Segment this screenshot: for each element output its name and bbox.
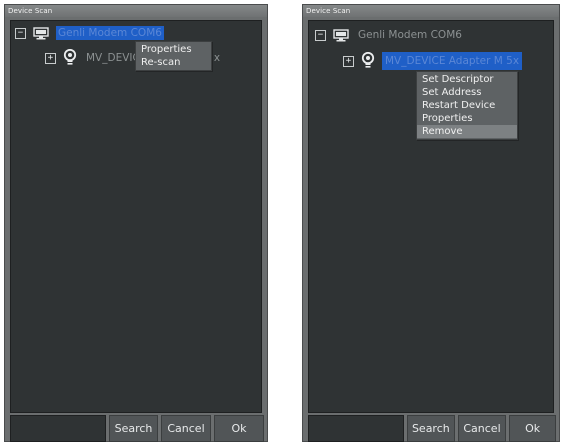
- search-input[interactable]: [308, 415, 404, 442]
- tree-node-device[interactable]: + MV_DEVICE Adapter M 5x: [343, 52, 523, 70]
- search-input[interactable]: [10, 415, 106, 442]
- device-tree[interactable]: − Genli Modem COM6 +: [10, 20, 262, 413]
- menu-item-properties[interactable]: Properties: [417, 112, 517, 125]
- search-button[interactable]: Search: [109, 415, 158, 442]
- ok-button[interactable]: Ok: [509, 415, 556, 442]
- bottom-bar: Search Cancel Ok: [10, 415, 264, 442]
- tree-node-label: Genli Modem COM6: [358, 29, 462, 41]
- cancel-button[interactable]: Cancel: [457, 415, 507, 442]
- menu-item-restart-device[interactable]: Restart Device: [417, 99, 517, 112]
- ok-button[interactable]: Ok: [214, 415, 264, 442]
- bulb-icon: [361, 52, 375, 70]
- expand-icon[interactable]: +: [45, 52, 56, 64]
- tree-node-label: Genli Modem COM6: [56, 26, 164, 40]
- window-title: Device Scan: [303, 5, 559, 17]
- tree-node-label: MV_DEVICE Adapter M 5x: [382, 52, 523, 70]
- menu-item-remove[interactable]: Remove: [417, 125, 517, 138]
- menu-item-rescan[interactable]: Re-scan: [136, 56, 211, 69]
- menu-item-properties[interactable]: Properties: [136, 43, 211, 56]
- device-scan-window-right: Device Scan − Genli Modem COM6 + MV_DEVI…: [302, 4, 560, 442]
- menu-item-set-descriptor[interactable]: Set Descriptor: [417, 73, 517, 86]
- bulb-icon: [63, 49, 77, 67]
- tree-node-modem[interactable]: − Genli Modem COM6: [315, 26, 464, 44]
- collapse-icon[interactable]: −: [15, 27, 26, 39]
- search-button[interactable]: Search: [407, 415, 455, 442]
- expand-icon[interactable]: +: [343, 55, 354, 67]
- device-tree[interactable]: − Genli Modem COM6 +: [308, 20, 554, 413]
- monitor-icon: [33, 26, 49, 40]
- window-title: Device Scan: [5, 5, 267, 17]
- device-scan-window-left: Device Scan − Genli Modem COM6 + MV_DEVI…: [4, 4, 268, 442]
- context-menu: Set Descriptor Set Address Restart Devic…: [416, 71, 518, 140]
- context-menu: Properties Re-scan: [135, 41, 212, 71]
- menu-item-set-address[interactable]: Set Address: [417, 86, 517, 99]
- cancel-button[interactable]: Cancel: [161, 415, 211, 442]
- monitor-icon: [333, 28, 349, 42]
- tree-node-modem[interactable]: − Genli Modem COM6: [15, 24, 164, 42]
- bottom-bar: Search Cancel Ok: [308, 415, 556, 442]
- collapse-icon[interactable]: −: [315, 29, 326, 41]
